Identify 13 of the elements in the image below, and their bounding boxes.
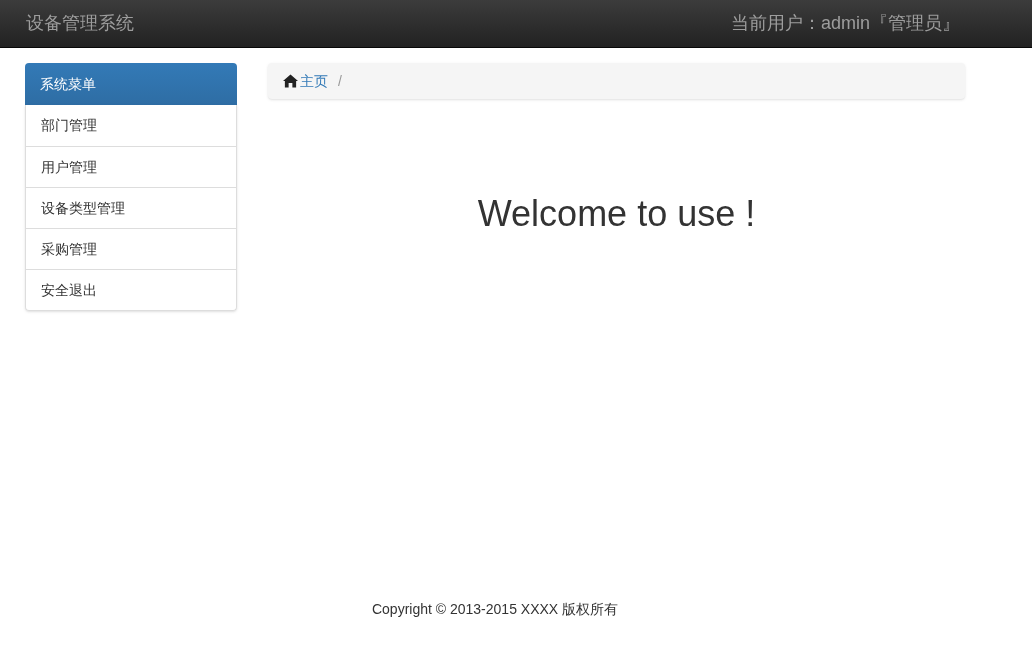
- menu-item[interactable]: 用户管理: [26, 146, 236, 187]
- welcome-heading: Welcome to use !: [477, 192, 756, 236]
- current-user: 当前用户：admin『管理员』: [730, 12, 960, 35]
- menu-header: 系统菜单: [25, 63, 237, 105]
- copyright-text: Copyright © 2013-2015 XXXX 版权所有: [371, 600, 619, 619]
- menu-item[interactable]: 设备类型管理: [26, 187, 236, 228]
- menu-item[interactable]: 安全退出: [26, 269, 236, 310]
- home-link[interactable]: 主页: [283, 70, 328, 92]
- menu-item[interactable]: 采购管理: [26, 228, 236, 269]
- brand-title[interactable]: 设备管理系统: [26, 10, 134, 37]
- menu-item[interactable]: 部门管理: [26, 105, 236, 146]
- home-icon: [283, 74, 298, 88]
- breadcrumb-separator: /: [338, 71, 342, 91]
